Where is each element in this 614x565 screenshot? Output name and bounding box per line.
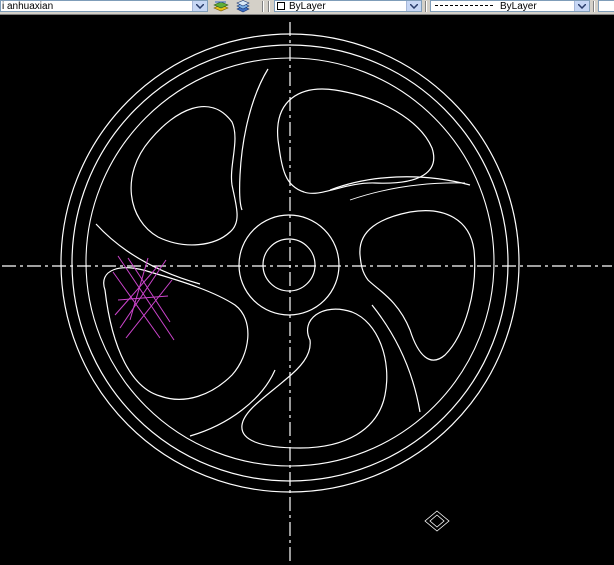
color-dropdown-arrow[interactable] xyxy=(406,1,421,11)
toolbar-separator xyxy=(425,1,427,12)
ucs-icon xyxy=(424,510,450,532)
layer-dropdown-value: i anhuaxian xyxy=(2,0,54,12)
layer-manager-button[interactable] xyxy=(212,0,230,13)
lineweight-dropdown[interactable] xyxy=(598,0,614,12)
chevron-down-icon xyxy=(410,3,418,9)
layer-dropdown-arrow[interactable] xyxy=(192,1,207,11)
toolbar-separator xyxy=(593,1,595,12)
spoke-arc-bottom-left xyxy=(189,369,276,437)
spoke-arc-bottom-right xyxy=(371,304,421,413)
toolbar-separator xyxy=(262,1,264,12)
chevron-down-icon xyxy=(196,3,204,9)
toolbar-separator xyxy=(268,1,270,12)
color-dropdown[interactable]: ByLayer xyxy=(274,0,422,12)
layer-dropdown[interactable]: i anhuaxian xyxy=(0,0,208,12)
spoke-arc-top xyxy=(239,68,269,211)
spoke-opening-top-left xyxy=(130,105,238,246)
spoke-opening-bottom xyxy=(241,308,388,449)
linetype-dropdown[interactable]: ByLayer xyxy=(430,0,590,12)
drawing-canvas[interactable] xyxy=(0,14,614,565)
spoke-opening-right xyxy=(359,210,476,361)
spoke-opening-left xyxy=(103,267,249,400)
spoke-arc-left xyxy=(95,223,201,285)
color-dropdown-value: ByLayer xyxy=(289,0,326,12)
hatch-pattern xyxy=(112,255,175,341)
layer-states-icon xyxy=(236,0,250,13)
linetype-dropdown-arrow[interactable] xyxy=(574,1,589,11)
spoke-arc-right-lower xyxy=(349,182,466,201)
linetype-dropdown-value: ByLayer xyxy=(500,0,537,12)
layer-manager-icon xyxy=(213,1,229,12)
properties-toolbar: i anhuaxian ByLayer ByLayer xyxy=(0,0,614,15)
chevron-down-icon xyxy=(578,3,586,9)
hub-inner-circle xyxy=(262,238,316,292)
spoke-opening-top-right xyxy=(277,88,435,194)
color-swatch xyxy=(277,2,285,10)
hub-outer-circle xyxy=(238,214,340,316)
linetype-preview xyxy=(435,5,493,7)
layer-states-button[interactable] xyxy=(234,0,252,13)
